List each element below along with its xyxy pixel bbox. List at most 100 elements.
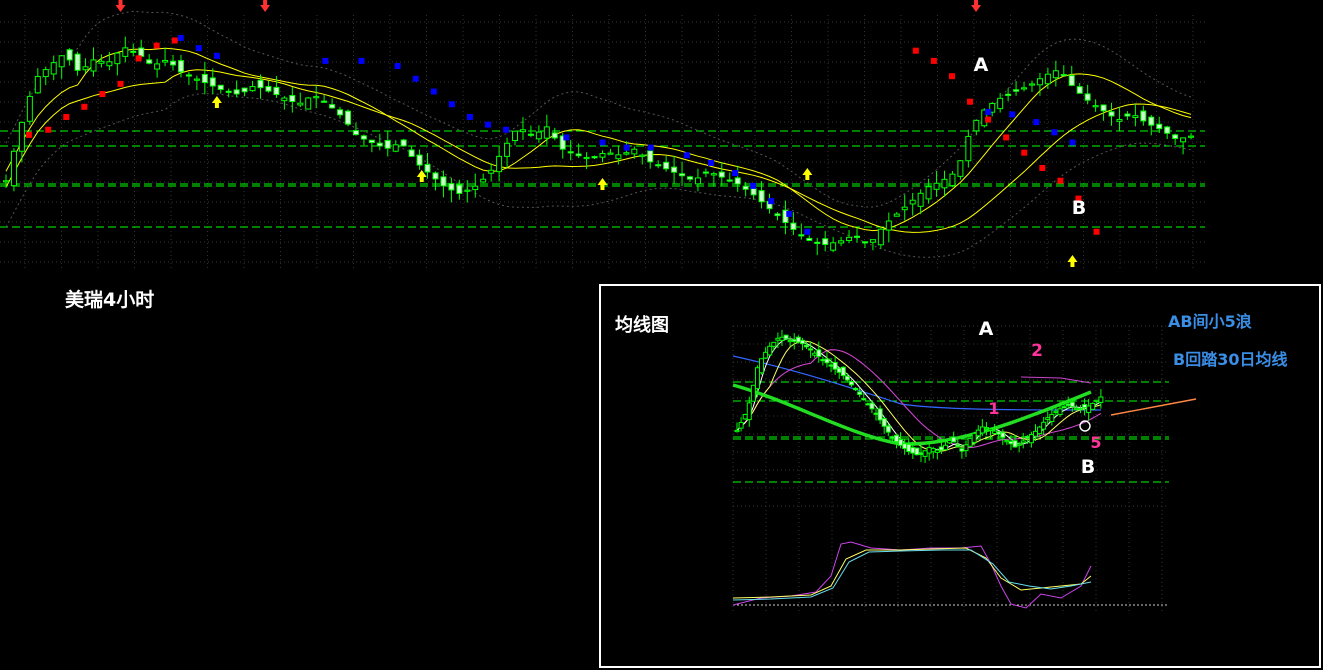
inset-candle-body	[877, 408, 883, 421]
inset-candle-body	[922, 450, 928, 457]
inset-candle-body	[971, 432, 977, 443]
inset-candle-body	[1094, 399, 1100, 402]
main-candle-body	[313, 96, 320, 99]
inset-candle-body	[893, 434, 899, 443]
sar-dot-blue	[599, 139, 606, 146]
inset-candle-body	[1049, 413, 1055, 422]
sar-dot-blue	[623, 144, 630, 151]
inset-candle-body	[1053, 410, 1059, 413]
inset-candle-body	[1090, 402, 1096, 410]
main-candle-body	[1100, 104, 1107, 112]
main-candle-body	[448, 183, 455, 191]
inset-candle-body	[1012, 440, 1018, 448]
main-candle-body	[297, 102, 304, 106]
main-candle-body	[34, 76, 41, 94]
main-candle-body	[488, 169, 495, 174]
main-candle-body	[941, 178, 948, 189]
main-candle-body	[830, 242, 837, 251]
inset-candle-body	[857, 391, 863, 395]
sar-dot-blue	[448, 101, 455, 108]
main-candle-body	[265, 86, 272, 92]
sar-dot-red	[1057, 177, 1064, 184]
main-candle-body	[146, 59, 153, 64]
main-candle-body	[1076, 86, 1083, 94]
inset-candle-body	[746, 402, 752, 421]
main-candle-body	[321, 100, 328, 103]
inset-label-a: A	[979, 318, 994, 340]
main-candle-body	[965, 135, 972, 162]
main-candle-body	[1092, 105, 1099, 108]
main-candle-body	[281, 97, 288, 102]
sar-dot-red	[912, 47, 919, 54]
main-candle-body	[193, 78, 200, 81]
main-candle-body	[1132, 115, 1139, 118]
inset-candle-body	[1069, 401, 1075, 408]
main-candle-body	[1005, 93, 1012, 96]
main-candle-body	[869, 239, 876, 243]
sar-dot-red	[63, 114, 70, 120]
inset-candle-body	[996, 431, 1002, 435]
main-candle-body	[432, 172, 439, 180]
inset-candle-body	[951, 436, 957, 443]
main-candle-body	[440, 176, 447, 187]
main-candle-body	[114, 52, 121, 65]
main-candle-body	[861, 241, 868, 244]
main-candle-body	[344, 110, 351, 125]
main-candle-body	[949, 173, 956, 187]
inset-candle-body	[1037, 426, 1043, 435]
main-candle-body	[1188, 135, 1195, 138]
inset-candle-body	[1008, 440, 1014, 445]
inset-candle-body	[914, 447, 920, 456]
inset-candle-body	[759, 358, 765, 374]
sar-dot-blue	[213, 52, 220, 59]
main-candle-body	[639, 154, 646, 157]
sar-dot-blue	[358, 57, 365, 64]
main-candle-body	[774, 213, 781, 217]
sar-dot-blue	[1009, 111, 1016, 118]
main-candle-body	[1021, 87, 1028, 90]
main-candle-body	[726, 179, 733, 182]
main-candle-body	[392, 144, 399, 152]
main-candle-body	[591, 156, 598, 159]
inset-candle-body	[1041, 421, 1047, 430]
inset-candle-body	[832, 361, 838, 370]
main-candle-body	[384, 140, 391, 149]
main-candle-body	[671, 166, 678, 173]
main-candle-body	[1148, 116, 1155, 126]
inset-candle-body	[775, 337, 781, 341]
main-candle-body	[1028, 83, 1035, 86]
sar-dot-blue	[195, 45, 202, 52]
main-candle-body	[512, 130, 519, 142]
main-candle-body	[527, 133, 534, 136]
main-candle-body	[217, 84, 224, 90]
main-band-lower	[5, 93, 1192, 258]
sar-dot-blue	[647, 144, 654, 151]
sar-dot-blue	[430, 88, 437, 95]
inset-candle-body	[742, 413, 748, 420]
main-candle-body	[90, 59, 97, 72]
main-candle-body	[3, 180, 9, 183]
sar-dot-blue	[768, 198, 775, 205]
sar-dot-blue	[466, 114, 473, 120]
main-candle-body	[305, 97, 312, 110]
inset-candle-body	[930, 448, 936, 453]
main-candle-body	[106, 61, 113, 67]
sar-dot-blue	[485, 121, 492, 128]
inset-candle-body	[1057, 408, 1063, 416]
sar-dot-blue	[732, 170, 739, 177]
main-candle-body	[679, 173, 686, 177]
inset-candle-body	[902, 443, 908, 450]
sar-dot-red	[81, 103, 88, 110]
inset-moving-averages	[732, 338, 1102, 454]
inset-candle-body	[1024, 435, 1030, 439]
sar-dot-blue	[804, 228, 811, 235]
main-candle-body	[201, 73, 208, 84]
arrow-up-icon	[211, 96, 222, 108]
main-candle-body	[138, 47, 145, 57]
sar-dot-blue	[563, 134, 570, 141]
inset-candle-body	[812, 352, 818, 356]
main-chart-title: 美瑞4小时	[65, 289, 155, 311]
main-candle-body	[1036, 78, 1043, 86]
main-candle-body	[225, 90, 232, 93]
main-candle-body	[10, 150, 17, 187]
